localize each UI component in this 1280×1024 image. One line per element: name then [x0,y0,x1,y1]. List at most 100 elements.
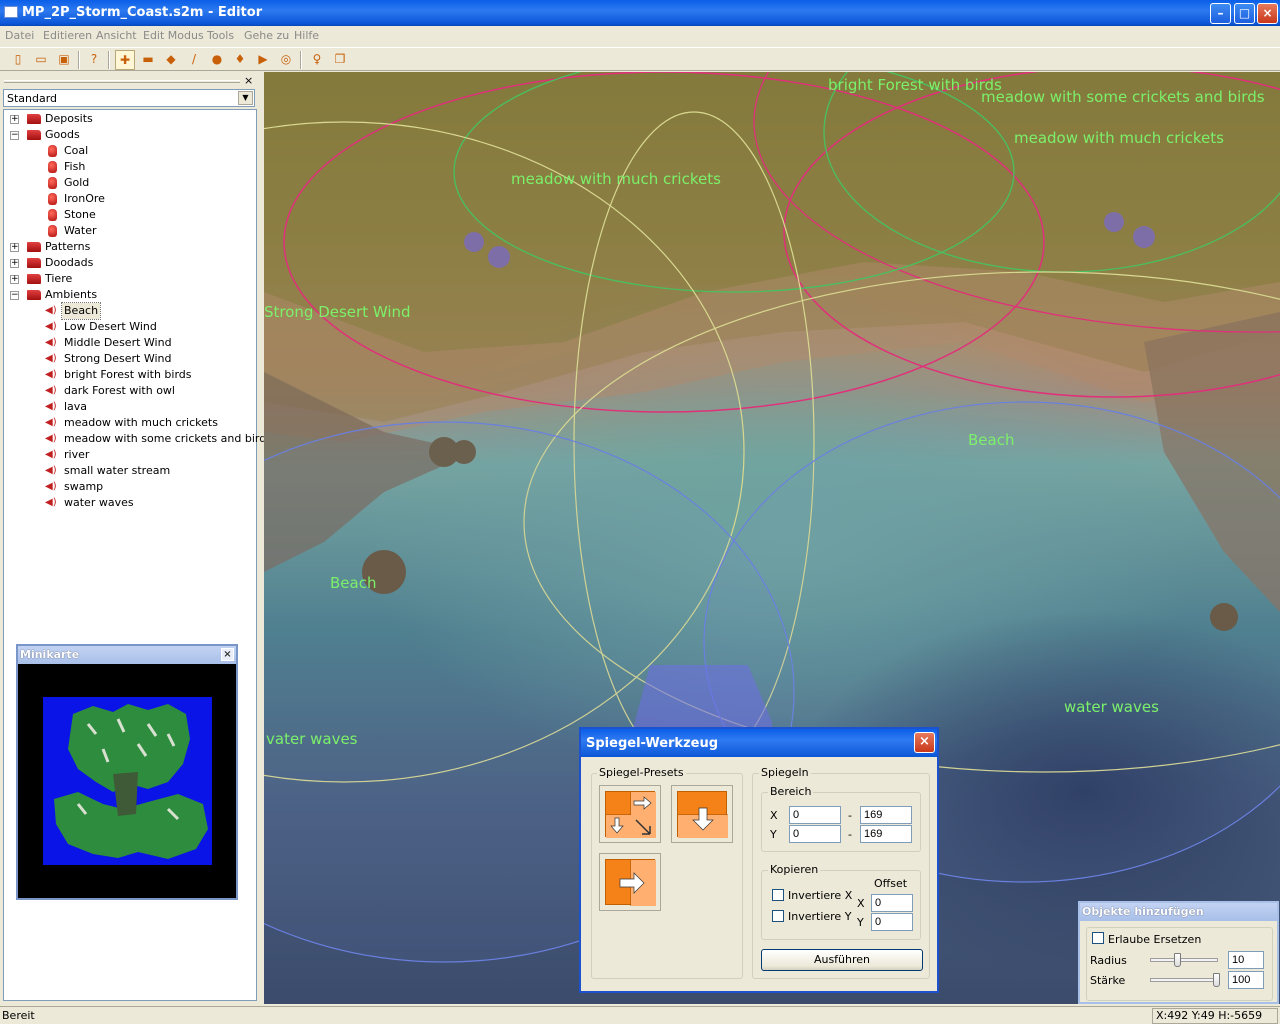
speaker-icon: ◀) [45,369,57,380]
minimap-close-icon[interactable]: × [221,648,234,661]
preset-quad-button[interactable] [599,785,661,843]
expand-icon[interactable]: + [10,259,19,268]
preset-vertical-button[interactable] [671,785,733,843]
expand-icon[interactable]: + [10,115,19,124]
tree-item-label: meadow with much crickets [64,416,218,429]
tree-item[interactable]: Stone [4,207,254,223]
menu-hilfe[interactable]: Hilfe [294,29,319,42]
brush-icon[interactable]: / [184,50,204,70]
tree-item[interactable]: ◀) bright Forest with birds [4,367,254,383]
tree-item[interactable]: ◀) Low Desert Wind [4,319,254,335]
invert-y-checkbox[interactable] [772,910,784,922]
menu-gehe-zu[interactable]: Gehe zu [244,29,289,42]
invert-x-checkbox[interactable] [772,889,784,901]
menu-ansicht[interactable]: Ansicht [96,29,137,42]
tree-item[interactable]: IronOre [4,191,254,207]
chevron-down-icon[interactable]: ▼ [238,91,253,105]
new-file-icon[interactable]: ▯ [8,50,28,70]
maximize-button[interactable]: □ [1234,3,1255,24]
goods-jar-icon [48,209,57,221]
tree-folder[interactable]: + Patterns [4,239,254,255]
tree-folder[interactable]: + Tiere [4,271,254,287]
collapse-icon[interactable]: − [10,291,19,300]
execute-button[interactable]: Ausführen [761,949,923,971]
collapse-icon[interactable]: − [10,131,19,140]
copy-icon[interactable]: ❐ [330,50,350,70]
ambient-label: water waves [1064,698,1159,716]
mirror-dialog-header[interactable]: Spiegel-Werkzeug × [581,729,937,757]
add-object-icon[interactable]: ✚ [115,50,135,70]
tree-item[interactable]: Fish [4,159,254,175]
tree-item[interactable]: Water [4,223,254,239]
close-button[interactable]: × [1257,3,1278,24]
play-icon[interactable]: ▶ [253,50,273,70]
strength-slider[interactable] [1150,978,1218,982]
radius-slider-thumb[interactable] [1174,953,1181,967]
tree-item[interactable]: ◀) meadow with some crickets and birds [4,431,272,447]
preset-horizontal-button[interactable] [599,853,661,911]
tree-item-label: Deposits [45,112,93,125]
menu-tools[interactable]: Tools [207,29,234,42]
app-icon [4,6,18,18]
menu-editieren[interactable]: Editieren [43,29,92,42]
tree-item[interactable]: ◀) Beach [4,302,254,320]
fill-icon[interactable]: ♦ [230,50,250,70]
minimap-title: Minikarte [20,648,80,661]
tree-item[interactable]: ◀) Strong Desert Wind [4,351,254,367]
strength-slider-thumb[interactable] [1213,973,1220,987]
offset-x-input[interactable] [871,894,913,912]
radius-input[interactable] [1228,951,1264,969]
ambient-label: bright Forest with birds [828,76,1002,94]
tree-item[interactable]: Gold [4,175,254,191]
strength-input[interactable] [1228,971,1264,989]
shape-icon[interactable]: ● [207,50,227,70]
range-y-to-input[interactable] [860,825,912,843]
strength-label: Stärke [1090,974,1126,987]
tree-folder[interactable]: − Ambients [4,287,254,303]
open-folder-icon[interactable]: ▭ [31,50,51,70]
tree-item[interactable]: ◀) Middle Desert Wind [4,335,254,351]
flatten-icon[interactable]: ▬ [138,50,158,70]
tree-folder[interactable]: + Doodads [4,255,254,271]
tree-item[interactable]: Coal [4,143,254,159]
tree-item[interactable]: ◀) meadow with much crickets [4,415,254,431]
offset-x-label: X [857,897,865,910]
tree-item[interactable]: ◀) lava [4,399,254,415]
tree-item[interactable]: ◀) small water stream [4,463,254,479]
range-y-label: Y [770,828,777,841]
mirror-dialog-close-icon[interactable]: × [914,732,935,753]
radius-label: Radius [1090,954,1127,967]
tree-item[interactable]: ◀) water waves [4,495,254,511]
save-icon[interactable]: ▣ [54,50,74,70]
speaker-icon: ◀) [45,417,57,428]
expand-icon[interactable]: + [10,243,19,252]
tree-folder[interactable]: − Goods [4,127,254,143]
category-dropdown[interactable]: Standard ▼ [3,89,255,107]
panel-close-icon[interactable]: × [244,74,253,87]
radius-slider[interactable] [1150,958,1218,962]
expand-icon[interactable]: + [10,275,19,284]
bulb-icon[interactable]: ♀ [307,50,327,70]
menu-datei[interactable]: Datei [5,29,34,42]
tree-item-label: dark Forest with owl [64,384,175,397]
allow-replace-checkbox[interactable] [1092,932,1104,944]
tree-item-label: bright Forest with birds [64,368,192,381]
minimap-canvas[interactable] [18,664,236,898]
tree-item[interactable]: ◀) river [4,447,254,463]
menu-edit-modus[interactable]: Edit Modus [143,29,204,42]
minimize-button[interactable]: – [1210,3,1231,24]
tree-item[interactable]: ◀) swamp [4,479,254,495]
tree-folder[interactable]: + Deposits [4,111,254,127]
range-y-from-input[interactable] [789,825,841,843]
add-objects-title: Objekte hinzufügen [1082,905,1204,918]
tree-item[interactable]: ◀) dark Forest with owl [4,383,254,399]
panel-grip[interactable] [4,80,240,83]
range-x-to-input[interactable] [860,806,912,824]
help-icon[interactable]: ? [84,50,104,70]
target-icon[interactable]: ◎ [276,50,296,70]
height-icon[interactable]: ◆ [161,50,181,70]
offset-y-input[interactable] [871,913,913,931]
speaker-icon: ◀) [45,321,57,332]
range-x-label: X [770,809,778,822]
range-x-from-input[interactable] [789,806,841,824]
